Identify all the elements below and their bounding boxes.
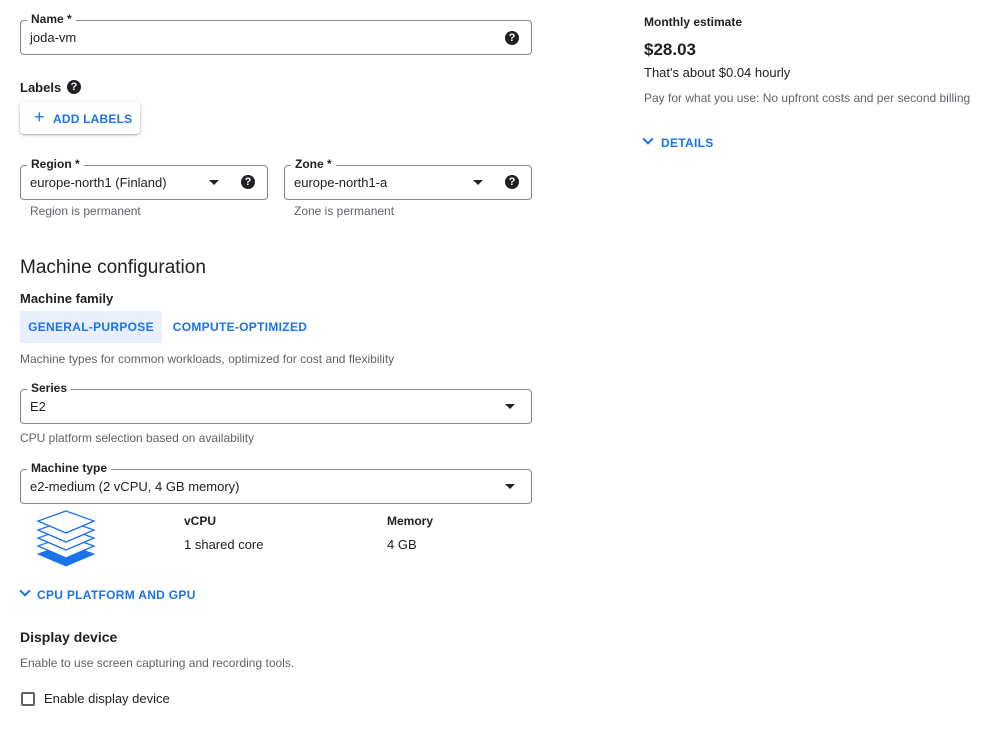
chevron-down-icon[interactable]: [209, 180, 219, 185]
chevron-down-icon[interactable]: [19, 585, 31, 597]
details-toggle[interactable]: DETAILS: [661, 135, 714, 151]
machine-type-label: Machine type: [27, 460, 112, 476]
zone-select[interactable]: Zone * europe-north1-a ?: [284, 156, 532, 200]
machine-type-value: e2-medium (2 vCPU, 4 GB memory): [30, 479, 240, 494]
enable-display-device-label[interactable]: Enable display device: [44, 690, 170, 708]
vcpu-label: vCPU: [184, 514, 217, 528]
help-circle-icon[interactable]: ?: [505, 175, 519, 189]
series-value: E2: [30, 399, 46, 414]
tab-compute-optimized[interactable]: COMPUTE-OPTIMIZED: [164, 311, 316, 343]
estimate-hourly: That's about $0.04 hourly: [644, 65, 791, 80]
name-field[interactable]: Name * joda-vm ?: [20, 11, 532, 55]
cpu-platform-gpu-toggle[interactable]: CPU PLATFORM AND GPU: [37, 587, 196, 603]
enable-display-device-checkbox[interactable]: [21, 692, 35, 706]
memory-value: 4 GB: [387, 537, 417, 552]
plus-icon: +: [34, 107, 45, 127]
zone-label: Zone *: [291, 156, 336, 172]
series-hint: CPU platform selection based on availabi…: [20, 431, 255, 445]
region-select[interactable]: Region * europe-north1 (Finland) ?: [20, 156, 268, 200]
help-circle-icon[interactable]: ?: [241, 175, 255, 189]
display-device-description: Enable to use screen capturing and recor…: [20, 656, 295, 670]
memory-label: Memory: [387, 514, 434, 528]
display-device-title: Display device: [20, 629, 118, 645]
machine-family-description: Machine types for common workloads, opti…: [20, 352, 395, 366]
region-label: Region *: [27, 156, 84, 172]
machine-type-select[interactable]: Machine type e2-medium (2 vCPU, 4 GB mem…: [20, 460, 532, 504]
help-circle-icon[interactable]: ?: [505, 31, 519, 45]
help-circle-icon[interactable]: ?: [67, 80, 81, 94]
zone-value: europe-north1-a: [294, 175, 388, 190]
chevron-down-icon[interactable]: [505, 404, 515, 409]
estimate-title: Monthly estimate: [644, 15, 743, 29]
add-labels-label: ADD LABELS: [53, 112, 133, 126]
chevron-down-icon[interactable]: [505, 484, 515, 489]
region-value: europe-north1 (Finland): [30, 175, 167, 190]
machine-configuration-title: Machine configuration: [20, 257, 206, 278]
zone-hint: Zone is permanent: [294, 204, 395, 218]
chevron-down-icon[interactable]: [473, 180, 483, 185]
series-label: Series: [27, 380, 72, 396]
machine-layers-icon: [36, 510, 96, 567]
region-hint: Region is permanent: [30, 204, 141, 218]
vcpu-value: 1 shared core: [184, 537, 264, 552]
series-select[interactable]: Series E2: [20, 380, 532, 424]
name-field-label: Name *: [27, 11, 76, 27]
add-labels-button[interactable]: + ADD LABELS: [20, 102, 140, 134]
estimate-note: Pay for what you use: No upfront costs a…: [644, 91, 971, 105]
estimate-price: $28.03: [644, 40, 696, 59]
machine-family-label: Machine family: [20, 291, 114, 306]
tab-general-purpose[interactable]: GENERAL-PURPOSE: [20, 311, 162, 343]
name-input-value[interactable]: joda-vm: [30, 29, 76, 47]
labels-title: Labels: [20, 80, 62, 95]
chevron-down-icon[interactable]: [642, 133, 654, 145]
